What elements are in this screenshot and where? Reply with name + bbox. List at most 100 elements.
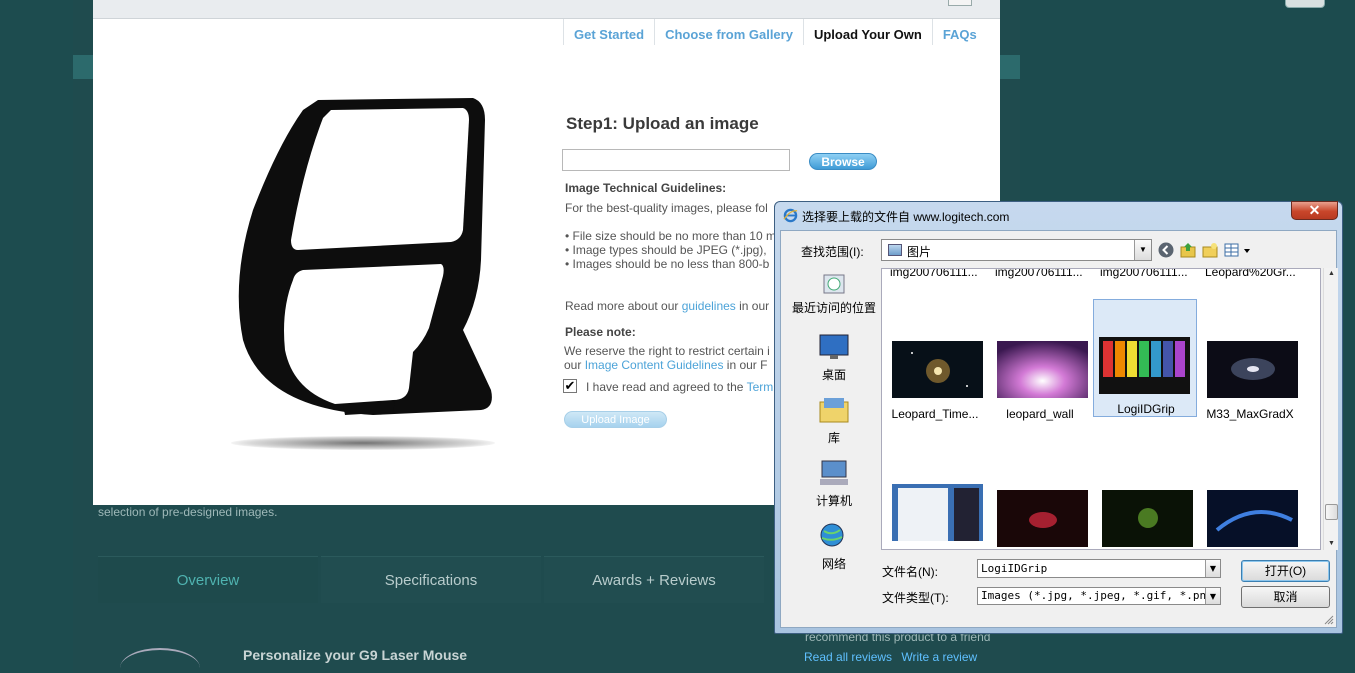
lookin-value: 图片 <box>907 245 932 259</box>
file-label-cut[interactable]: img200706111... <box>1100 269 1188 279</box>
file-thumbnail[interactable] <box>997 490 1088 547</box>
file-thumbnail <box>1099 337 1190 394</box>
filename-input[interactable]: LogiIDGrip ▼ <box>977 559 1221 578</box>
place-computer[interactable]: 计算机 <box>789 459 879 509</box>
file-label-cut[interactable]: img200706111... <box>995 269 1083 279</box>
modal-nav: Get Started Choose from Gallery Upload Y… <box>563 19 987 45</box>
agree-checkbox[interactable]: ✔ <box>563 379 577 393</box>
note-line-2: our Image Content Guidelines in our F <box>564 358 770 372</box>
tab-awards-reviews[interactable]: Awards + Reviews <box>544 556 764 603</box>
personalize-heading: Personalize your G9 Laser Mouse <box>243 647 468 663</box>
file-thumbnail <box>892 341 983 398</box>
filename-label: 文件名(N): <box>882 565 938 579</box>
file-list-scrollbar[interactable]: ▲ ▼ <box>1323 268 1338 550</box>
ie-icon <box>783 208 798 223</box>
recent-places-icon <box>823 274 845 294</box>
lookin-dropdown[interactable]: 图片 ▼ <box>881 239 1152 261</box>
cancel-button[interactable]: 取消 <box>1241 586 1330 608</box>
file-name: Leopard_Time... <box>891 407 979 421</box>
filetype-label: 文件类型(T): <box>882 591 949 605</box>
guidelines-list: • File size should be no more than 10 m … <box>565 229 776 271</box>
libraries-icon <box>819 398 849 423</box>
view-menu-icon[interactable] <box>1223 241 1253 259</box>
file-open-dialog: 选择要上载的文件自 www.logitech.com ✕ 查找范围(I): 图片… <box>774 201 1343 634</box>
write-review-link[interactable]: Write a review <box>901 650 977 664</box>
up-folder-icon[interactable] <box>1179 241 1197 259</box>
modal-close-button[interactable] <box>948 0 972 6</box>
chevron-down-icon[interactable]: ▼ <box>1205 560 1220 577</box>
file-item[interactable]: Leopard_Time... <box>883 305 987 423</box>
file-name: leopard_wall <box>1006 407 1074 421</box>
dialog-body: 查找范围(I): 图片 ▼ 最近访问的位置 桌面 库 计算机 网络 img200… <box>780 230 1338 628</box>
places-bar: 最近访问的位置 桌面 库 计算机 网络 <box>789 269 879 571</box>
note-line-1: We reserve the right to restrict certain… <box>564 344 770 358</box>
nav-faqs[interactable]: FAQs <box>931 19 987 45</box>
agree-label: I have read and agreed to the Term <box>586 380 773 394</box>
file-label-cut[interactable]: Leopard%20Gr... <box>1205 269 1296 279</box>
place-desktop[interactable]: 桌面 <box>789 333 879 383</box>
readmore-suffix: in our <box>735 299 770 313</box>
step-title: Step1: Upload an image <box>566 114 759 133</box>
file-list[interactable]: img200706111... img200706111... img20070… <box>881 268 1321 550</box>
nav-get-started[interactable]: Get Started <box>563 19 654 45</box>
file-thumbnail[interactable] <box>892 484 983 541</box>
new-folder-icon[interactable] <box>1201 241 1219 259</box>
place-label: 库 <box>827 431 840 445</box>
dialog-close-button[interactable]: ✕ <box>1291 201 1338 220</box>
readmore-line: Read more about our guidelines in our <box>565 299 769 313</box>
guideline-item: • Image types should be JPEG (*.jpg), <box>565 243 767 257</box>
note-line-2-prefix: our <box>564 358 585 372</box>
file-label-cut[interactable]: img200706111... <box>890 269 978 279</box>
site-top-button[interactable] <box>1285 0 1325 8</box>
guidelines-link[interactable]: guidelines <box>682 299 736 313</box>
computer-icon <box>820 460 848 485</box>
scroll-down-icon[interactable]: ▼ <box>1324 538 1339 550</box>
open-button[interactable]: 打开(O) <box>1241 560 1330 582</box>
file-name: M33_MaxGradX <box>1206 407 1294 421</box>
place-label: 桌面 <box>821 368 846 382</box>
guideline-item: • Images should be no less than 800-b <box>565 257 770 271</box>
resize-grip-icon[interactable] <box>1324 615 1334 625</box>
read-reviews-link[interactable]: Read all reviews <box>804 650 892 664</box>
nav-upload-own[interactable]: Upload Your Own <box>802 19 932 45</box>
pictures-folder-icon <box>888 244 902 256</box>
filetype-value: Images (*.jpg, *.jpeg, *.gif, *.png) <box>981 589 1220 602</box>
dialog-title: 选择要上载的文件自 www.logitech.com <box>802 210 1010 224</box>
nav-choose-gallery[interactable]: Choose from Gallery <box>654 19 803 45</box>
chevron-down-icon[interactable]: ▼ <box>1205 588 1220 604</box>
mouse-grip-preview <box>238 98 492 415</box>
guidelines-heading: Image Technical Guidelines: <box>565 181 727 195</box>
file-item[interactable]: M33_MaxGradX <box>1198 305 1302 423</box>
note-text: We reserve the right to restrict certain… <box>564 344 770 372</box>
mouse-shadow <box>231 436 495 450</box>
place-label: 网络 <box>821 557 846 571</box>
file-item-selected[interactable]: LogiIDGrip <box>1093 299 1197 417</box>
file-item[interactable]: leopard_wall <box>988 305 1092 423</box>
site-description: selection of pre-designed images. <box>98 505 278 519</box>
scroll-thumb[interactable] <box>1325 504 1338 520</box>
browse-button[interactable]: Browse <box>809 153 877 170</box>
modal-header-bar <box>93 0 1000 19</box>
file-name: LogiIDGrip <box>1117 402 1175 416</box>
place-libraries[interactable]: 库 <box>789 396 879 446</box>
note-line-2-suffix: in our F <box>723 358 768 372</box>
back-icon[interactable] <box>1157 241 1175 259</box>
terms-link[interactable]: Term <box>747 380 774 394</box>
place-recent[interactable]: 最近访问的位置 <box>789 269 879 314</box>
scroll-up-icon[interactable]: ▲ <box>1324 268 1339 280</box>
file-path-input[interactable] <box>562 149 790 171</box>
chevron-down-icon[interactable]: ▼ <box>1134 240 1151 260</box>
agree-prefix: I have read and agreed to the <box>586 380 747 394</box>
tab-specifications[interactable]: Specifications <box>321 556 541 603</box>
upload-image-button[interactable]: Upload Image <box>564 411 667 428</box>
file-thumbnail <box>1207 341 1298 398</box>
filetype-select[interactable]: Images (*.jpg, *.jpeg, *.gif, *.png) ▼ <box>977 587 1221 605</box>
guidelines-intro: For the best-quality images, please fol <box>565 201 768 215</box>
content-guidelines-link[interactable]: Image Content Guidelines <box>585 358 724 372</box>
file-thumbnail[interactable] <box>1207 490 1298 547</box>
guideline-item: • File size should be no more than 10 m <box>565 229 776 243</box>
place-network[interactable]: 网络 <box>789 522 879 572</box>
network-icon <box>820 523 844 547</box>
file-thumbnail[interactable] <box>1102 490 1193 547</box>
tab-overview[interactable]: Overview <box>98 556 318 603</box>
